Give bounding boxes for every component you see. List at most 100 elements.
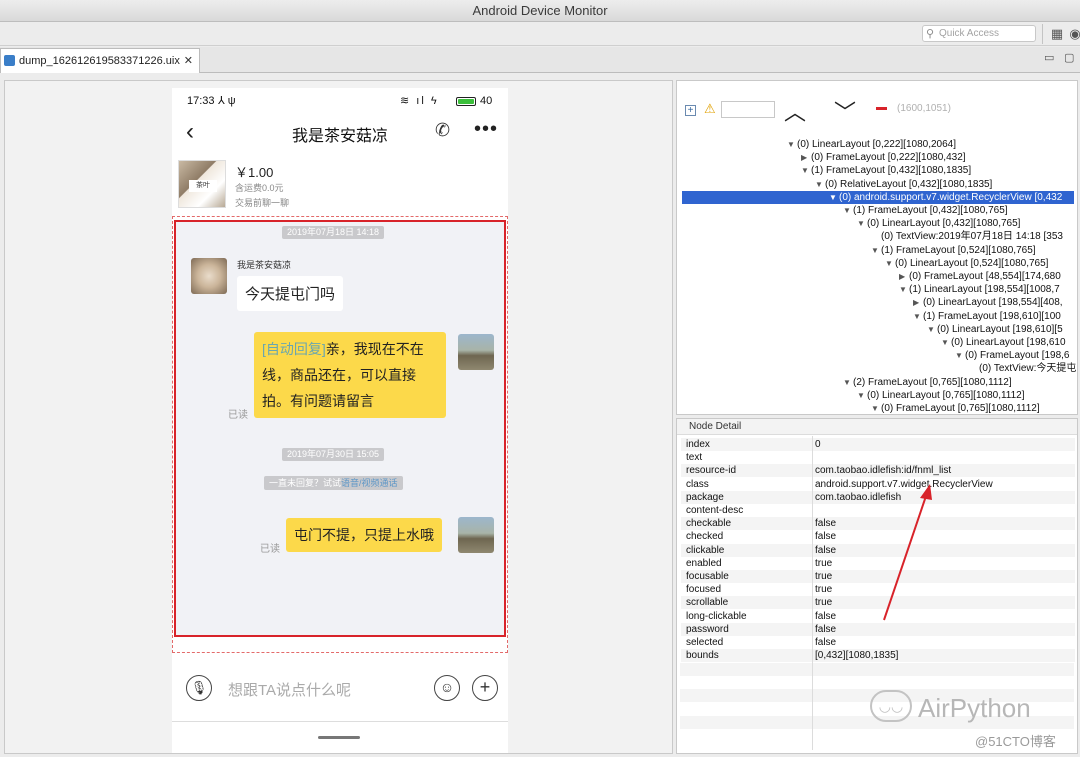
back-icon[interactable]: ‹ (186, 118, 194, 146)
tree-node-selected[interactable]: ▼ (0) android.support.v7.widget.RecyclerV… (682, 190, 1074, 204)
expand-arrow-icon[interactable]: ▶ (899, 270, 909, 283)
open-perspective-icon[interactable]: ▦ (1048, 25, 1066, 43)
expand-arrow-icon[interactable]: ▶ (913, 296, 923, 309)
tree-node[interactable]: ▼ (0) LinearLayout [198,610 (941, 336, 1066, 349)
detail-row[interactable]: class android.support.v7.widget.RecyclerV… (681, 478, 1075, 491)
plus-icon[interactable]: + (472, 675, 498, 701)
node-detail-title: Node Detail (677, 419, 1077, 435)
call-icon[interactable]: ✆ (435, 120, 450, 141)
microphone-icon[interactable]: 🎙 (186, 675, 212, 701)
detail-row[interactable]: checked false (681, 530, 1075, 543)
tree-node[interactable]: ▼ (0) RelativeLayout [0,432][1080,1835] (815, 178, 992, 191)
message-bubble-outgoing[interactable]: 屯门不提，只提上水哦 (286, 518, 442, 552)
tree-node[interactable]: ▼ (2) FrameLayout [0,765][1080,1112] (843, 376, 1012, 389)
tree-node[interactable]: ▼ (0) FrameLayout [198,6 (955, 349, 1070, 362)
collapse-icon[interactable] (876, 107, 887, 110)
collapse-arrow-icon[interactable]: ▼ (787, 138, 797, 151)
message-bubble-incoming[interactable]: 今天提屯门吗 (237, 276, 344, 311)
detail-value: [0,432][1080,1835] (815, 650, 899, 662)
collapse-arrow-icon[interactable]: ▼ (913, 310, 923, 323)
collapse-arrow-icon[interactable]: ▼ (801, 164, 811, 177)
collapse-arrow-icon[interactable]: ▼ (955, 349, 965, 362)
tree-node[interactable]: (0) TextView:2019年07月18日 14:18 [353 (871, 230, 1063, 243)
detail-value: true (815, 557, 833, 569)
tree-node[interactable]: ▼ (0) FrameLayout [0,765][1080,1112] (871, 402, 1040, 414)
perspective-icon[interactable]: ◉ (1066, 25, 1080, 43)
detail-row[interactable]: focused true (681, 583, 1075, 596)
close-icon[interactable]: ✕ (184, 49, 193, 73)
warning-icon[interactable]: ⚠ (704, 101, 716, 117)
quick-access-input[interactable]: ⚲ Quick Access (922, 25, 1036, 42)
chevron-down-icon[interactable]: ﹀ (834, 95, 856, 127)
detail-empty-row (680, 676, 1074, 689)
detail-key: checkable (686, 518, 732, 530)
expand-all-icon[interactable]: + (685, 105, 696, 116)
tree-node[interactable]: ▼ (1) FrameLayout [0,432][1080,765] (843, 204, 1008, 217)
tree-node[interactable]: ▼ (0) LinearLayout [0,432][1080,765] (857, 217, 1020, 230)
collapse-arrow-icon[interactable]: ▼ (829, 191, 839, 204)
message-bubble-auto-reply[interactable]: [自动回复]亲，我现在不在 线，商品还在，可以直接 拍。有问题请留言 (254, 332, 446, 418)
detail-row[interactable]: content-desc (681, 504, 1075, 517)
detail-value: false (815, 623, 837, 635)
detail-row[interactable]: index 0 (681, 438, 1075, 451)
detail-row[interactable]: scrollable true (681, 596, 1075, 610)
tree-node-label: (1) LinearLayout [198,554][1008,7 (909, 284, 1060, 296)
collapse-arrow-icon[interactable]: ▼ (941, 336, 951, 349)
tree-node[interactable]: ▼ (1) FrameLayout [0,524][1080,765] (871, 244, 1036, 257)
detail-row[interactable]: package com.taobao.idlefish (681, 490, 1075, 504)
tree-node[interactable]: ▼ (1) LinearLayout [198,554][1008,7 (899, 283, 1060, 296)
detail-row[interactable]: bounds [0,432][1080,1835] (681, 649, 1075, 663)
product-card[interactable]: 茶叶 ￥1.00 含运费0.0元 交易前聊一聊 (178, 160, 508, 208)
detail-row[interactable]: focusable true (681, 570, 1075, 583)
home-indicator[interactable] (318, 736, 360, 739)
tree-node[interactable]: ▼ (1) FrameLayout [0,432][1080,1835] (801, 164, 971, 177)
avatar[interactable] (458, 517, 494, 553)
more-icon[interactable]: ••• (474, 118, 498, 141)
product-thumb-label: 茶叶 (189, 180, 217, 192)
file-tab[interactable]: dump_162612619583371226.uix ✕ (0, 48, 200, 73)
tree-node[interactable]: ▶ (0) LinearLayout [198,554][408, (913, 296, 1063, 309)
tree-node[interactable]: ▼ (0) LinearLayout [0,524][1080,765] (885, 257, 1048, 270)
collapse-arrow-icon[interactable]: ▼ (843, 204, 853, 217)
detail-empty-row (680, 663, 1074, 676)
message-input[interactable]: 想跟TA说点什么呢 (228, 679, 351, 700)
avatar[interactable] (191, 258, 227, 294)
avatar[interactable] (458, 334, 494, 370)
message-list[interactable]: 2019年07月18日 14:18 我是茶安菇凉 今天提屯门吗 [自动回复]亲，… (174, 220, 506, 637)
collapse-arrow-icon[interactable]: ▼ (843, 376, 853, 389)
tree-node[interactable]: ▶ (0) FrameLayout [48,554][174,680 (899, 270, 1061, 283)
chevron-up-icon[interactable]: ︿ (784, 95, 806, 127)
tree-node[interactable]: ▼ (1) FrameLayout [198,610][100 (913, 310, 1061, 323)
detail-row[interactable]: long-clickable false (681, 610, 1075, 623)
detail-key: clickable (686, 544, 725, 556)
detail-row[interactable]: checkable false (681, 517, 1075, 531)
collapse-arrow-icon[interactable]: ▼ (857, 217, 867, 230)
signal-icon: ≋ ıl ϟ (400, 95, 439, 107)
collapse-arrow-icon[interactable]: ▼ (885, 257, 895, 270)
tree-node[interactable]: ▼ (0) LinearLayout [0,765][1080,1112] (857, 389, 1025, 402)
maximize-icon[interactable]: ▢ (1064, 51, 1074, 64)
detail-row[interactable]: selected false (681, 636, 1075, 649)
tree-node-label: (0) LinearLayout [0,765][1080,1112] (867, 389, 1025, 401)
collapse-arrow-icon[interactable]: ▼ (899, 283, 909, 296)
collapse-arrow-icon[interactable]: ▼ (927, 323, 937, 336)
detail-row[interactable]: enabled true (681, 557, 1075, 570)
emoji-icon[interactable]: ☺ (434, 675, 460, 701)
tree-node[interactable]: ▶ (0) FrameLayout [0,222][1080,432] (801, 151, 966, 164)
call-hint-link[interactable]: 语音/视频通话 (341, 478, 398, 488)
detail-row[interactable]: clickable false (681, 543, 1075, 557)
detail-row[interactable]: resource-id com.taobao.idlefish:id/fnml_l… (681, 464, 1075, 478)
product-note: 交易前聊一聊 (235, 198, 290, 208)
expand-arrow-icon[interactable]: ▶ (801, 151, 811, 164)
tree-node[interactable]: ▼ (0) LinearLayout [198,610][5 (927, 323, 1063, 336)
collapse-arrow-icon[interactable]: ▼ (871, 244, 881, 257)
tree-node[interactable]: (0) TextView:今天提屯 (969, 362, 1076, 375)
tree-search-field[interactable] (721, 101, 775, 118)
tree-node[interactable]: ▼ (0) LinearLayout [0,222][1080,2064] (787, 138, 956, 151)
detail-row[interactable]: password false (681, 622, 1075, 636)
detail-row[interactable]: text (681, 451, 1075, 464)
minimize-icon[interactable]: ▭ (1044, 51, 1054, 64)
collapse-arrow-icon[interactable]: ▼ (815, 178, 825, 191)
collapse-arrow-icon[interactable]: ▼ (871, 402, 881, 414)
collapse-arrow-icon[interactable]: ▼ (857, 389, 867, 402)
